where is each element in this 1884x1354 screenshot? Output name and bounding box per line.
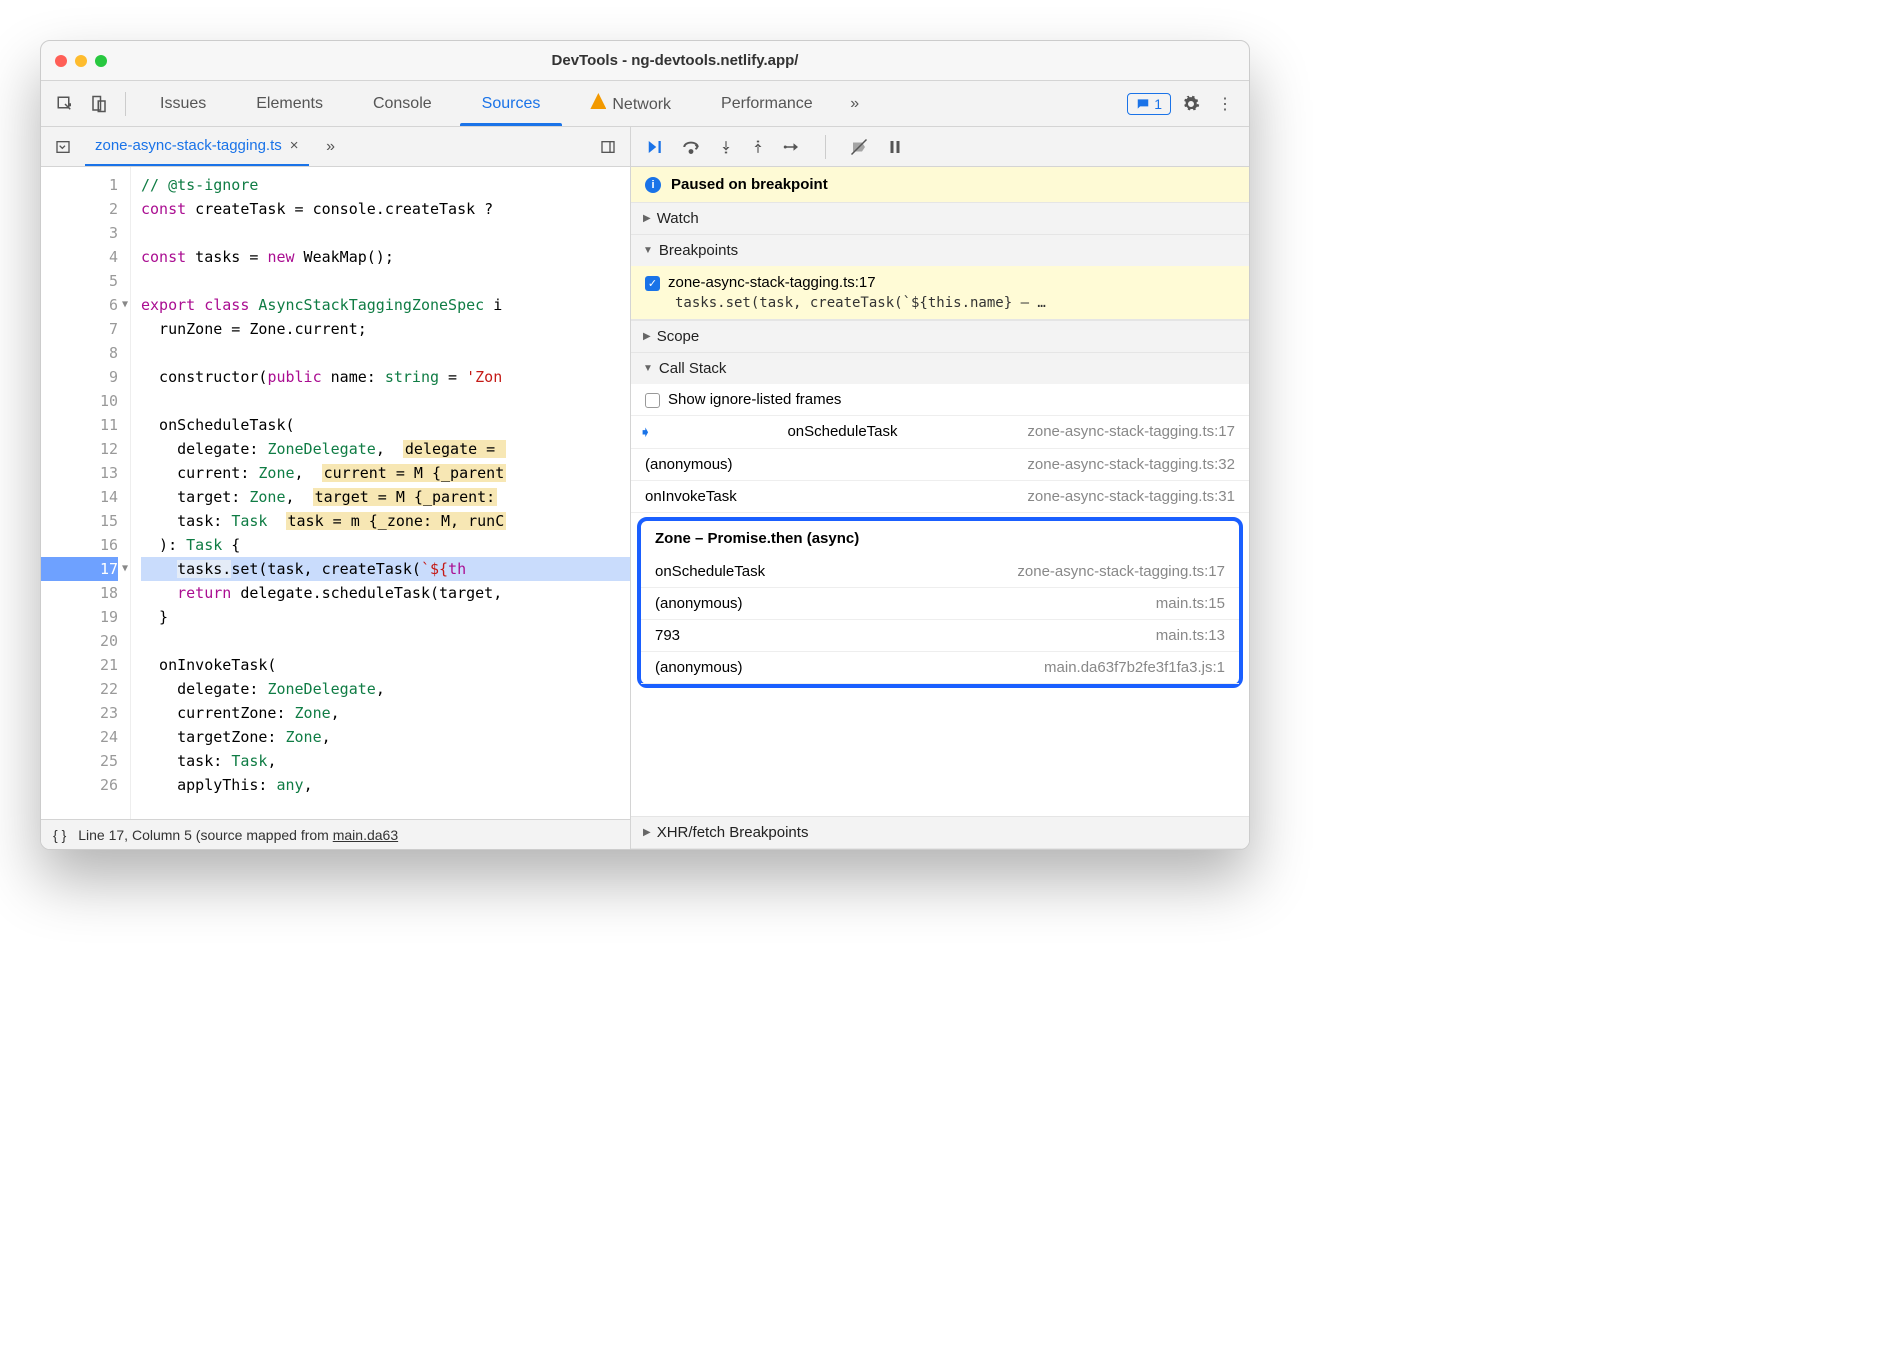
gutter[interactable]: 12345▼6789101112131415▼16171819202122232… [41,167,131,819]
resume-icon[interactable] [645,138,663,156]
devtools-window: DevTools - ng-devtools.netlify.app/ Issu… [40,40,1250,850]
breakpoint-item[interactable]: ✓zone-async-stack-tagging.ts:17 tasks.se… [631,266,1249,320]
close-icon[interactable] [55,55,67,67]
callstack-frame[interactable]: onScheduleTaskzone-async-stack-tagging.t… [631,416,1249,449]
debugger-panel: i Paused on breakpoint ▶Watch ▼Breakpoin… [631,127,1249,849]
tab-network[interactable]: Network [568,81,693,126]
source-panel: zone-async-stack-tagging.ts × » 12345▼67… [41,127,631,849]
navigator-toggle-icon[interactable] [49,133,77,161]
callstack-frame[interactable]: onScheduleTaskzone-async-stack-tagging.t… [641,556,1239,588]
code-area[interactable]: // @ts-ignoreconst createTask = console.… [131,167,630,819]
breakpoints-section[interactable]: ▼Breakpoints [631,235,1249,266]
deactivate-breakpoints-icon[interactable] [850,138,868,156]
callstack-frame[interactable]: (anonymous)zone-async-stack-tagging.ts:3… [631,449,1249,481]
debugger-toolbar [631,127,1249,167]
main-toolbar: Issues Elements Console Sources Network … [41,81,1249,127]
tab-performance[interactable]: Performance [699,83,835,125]
tab-issues[interactable]: Issues [138,83,228,125]
maximize-icon[interactable] [95,55,107,67]
scope-section[interactable]: ▶Scope [631,321,1249,352]
warning-icon [590,93,606,109]
braces-icon[interactable]: { } [53,827,66,843]
inspect-icon[interactable] [51,90,79,118]
device-icon[interactable] [85,90,113,118]
pause-exceptions-icon[interactable] [886,138,904,156]
tab-sources[interactable]: Sources [460,83,563,125]
window-title: DevTools - ng-devtools.netlify.app/ [115,52,1235,69]
sourcemap-link[interactable]: main.da63 [333,827,398,843]
tab-console[interactable]: Console [351,83,454,125]
callstack-frame[interactable]: 793main.ts:13 [641,620,1239,652]
statusbar: { } Line 17, Column 5 (source mapped fro… [41,819,630,849]
sidebar-toggle-icon[interactable] [594,133,622,161]
file-tabs: zone-async-stack-tagging.ts × » [41,127,630,167]
tab-elements[interactable]: Elements [234,83,345,125]
callstack-section[interactable]: ▼Call Stack [631,353,1249,384]
async-stack-highlight: Zone – Promise.then (async) onScheduleTa… [637,517,1243,688]
callstack-frame[interactable]: (anonymous)main.da63f7b2fe3f1fa3.js:1 [641,652,1239,684]
kebab-icon[interactable]: ⋮ [1211,90,1239,118]
step-icon[interactable] [783,138,801,156]
close-tab-icon[interactable]: × [290,137,299,154]
info-icon: i [645,177,661,193]
callstack-frame[interactable]: (anonymous)main.ts:15 [641,588,1239,620]
code-editor[interactable]: 12345▼6789101112131415▼16171819202122232… [41,167,630,819]
step-over-icon[interactable] [681,138,701,156]
cursor-pos: Line 17, Column 5 [78,827,192,843]
callstack-frame[interactable]: onInvokeTaskzone-async-stack-tagging.ts:… [631,481,1249,513]
show-ignore-toggle[interactable]: Show ignore-listed frames [631,384,1249,416]
breakpoint-preview: tasks.set(task, createTask(`${this.name}… [645,295,1235,311]
async-stack-header: Zone – Promise.then (async) [641,521,1239,556]
minimize-icon[interactable] [75,55,87,67]
step-out-icon[interactable] [751,138,765,156]
gear-icon[interactable] [1177,90,1205,118]
watch-section[interactable]: ▶Watch [631,203,1249,234]
titlebar: DevTools - ng-devtools.netlify.app/ [41,41,1249,81]
more-files-icon[interactable]: » [317,133,345,161]
breakpoint-checkbox[interactable]: ✓ [645,276,660,291]
issues-badge[interactable]: 1 [1127,93,1171,115]
file-tab-label: zone-async-stack-tagging.ts [95,137,282,154]
step-into-icon[interactable] [719,138,733,156]
paused-banner: i Paused on breakpoint [631,167,1249,203]
xhr-breakpoints-section[interactable]: ▶XHR/fetch Breakpoints [631,817,1249,848]
more-tabs-icon[interactable]: » [841,90,869,118]
file-tab-active[interactable]: zone-async-stack-tagging.ts × [85,127,309,166]
